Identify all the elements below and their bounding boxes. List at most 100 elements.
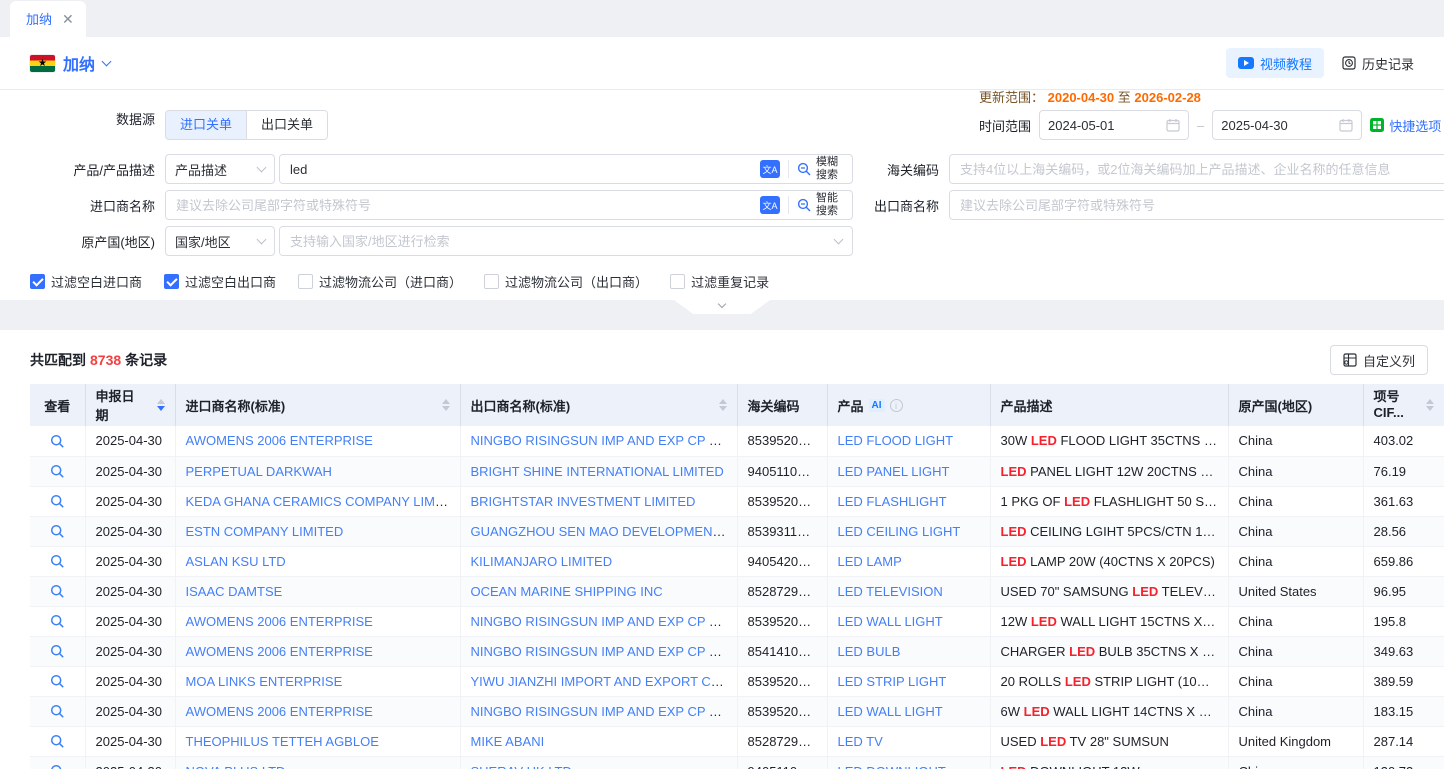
view-detail-button[interactable]: [50, 494, 65, 509]
view-detail-button[interactable]: [50, 644, 65, 659]
importer-link[interactable]: MOA LINKS ENTERPRISE: [186, 674, 343, 689]
cell-description: 12W LED WALL LIGHT 15CTNS X 40P...: [990, 606, 1228, 636]
tab-close-icon[interactable]: ✕: [62, 12, 74, 26]
product-link[interactable]: LED CEILING LIGHT: [838, 524, 961, 539]
checkbox-unchecked-icon[interactable]: [670, 274, 685, 289]
view-detail-button[interactable]: [50, 674, 65, 689]
product-link[interactable]: LED LAMP: [838, 554, 902, 569]
filter-checkbox-3[interactable]: 过滤物流公司（出口商）: [484, 272, 648, 291]
origin-country-input[interactable]: [280, 227, 835, 255]
country-selector[interactable]: ★ 加纳: [30, 51, 110, 75]
importer-link[interactable]: AWOMENS 2006 ENTERPRISE: [186, 614, 373, 629]
importer-link[interactable]: NOVA PLUS LTD: [186, 764, 286, 769]
tab-export-declarations[interactable]: 出口关单: [246, 111, 327, 139]
view-detail-button[interactable]: [50, 734, 65, 749]
history-button[interactable]: 历史记录: [1342, 54, 1414, 73]
product-link[interactable]: LED WALL LIGHT: [838, 704, 943, 719]
exporter-link[interactable]: NINGBO RISINGSUN IMP AND EXP CP LTD: [471, 614, 733, 629]
view-detail-button[interactable]: [50, 704, 65, 719]
view-detail-button[interactable]: [50, 764, 65, 769]
col-exporter[interactable]: 出口商名称(标准): [460, 384, 737, 426]
fuzzy-search-button[interactable]: 模糊搜索: [789, 156, 852, 181]
col-importer[interactable]: 进口商名称(标准): [175, 384, 460, 426]
importer-link[interactable]: ESTN COMPANY LIMITED: [186, 524, 344, 539]
product-link[interactable]: LED WALL LIGHT: [838, 614, 943, 629]
quick-options-button[interactable]: 快捷选项: [1370, 116, 1441, 135]
cell-description: LED CEILING LGIHT 5PCS/CTN 100W: [990, 516, 1228, 546]
info-icon[interactable]: i: [890, 399, 903, 412]
cell-description: 20 ROLLS LED STRIP LIGHT (10WATT...: [990, 666, 1228, 696]
view-detail-button[interactable]: [50, 584, 65, 599]
cell-value: 96.95: [1363, 576, 1444, 606]
exporter-link[interactable]: BRIGHT SHINE INTERNATIONAL LIMITED: [471, 464, 724, 479]
product-link[interactable]: LED FLASHLIGHT: [838, 494, 947, 509]
table-row: 2025-04-30 KEDA GHANA CERAMICS COMPANY L…: [30, 486, 1444, 516]
view-detail-button[interactable]: [50, 524, 65, 539]
product-link[interactable]: LED PANEL LIGHT: [838, 464, 950, 479]
product-link[interactable]: LED TV: [838, 734, 883, 749]
product-link[interactable]: LED TELEVISION: [838, 584, 943, 599]
exporter-link[interactable]: SHERAV HK LTD: [471, 764, 572, 769]
exporter-link[interactable]: NINGBO RISINGSUN IMP AND EXP CP LTD: [471, 433, 733, 448]
exporter-link[interactable]: NINGBO RISINGSUN IMP AND EXP CP LTD: [471, 644, 733, 659]
product-link[interactable]: LED FLOOD LIGHT: [838, 433, 954, 448]
chevron-down-icon: [102, 56, 112, 66]
product-type-select[interactable]: 产品描述: [165, 154, 275, 184]
table-row: 2025-04-30 AWOMENS 2006 ENTERPRISE NINGB…: [30, 606, 1444, 636]
view-detail-button[interactable]: [50, 554, 65, 569]
exporter-link[interactable]: BRIGHTSTAR INVESTMENT LIMITED: [471, 494, 696, 509]
exporter-name-input[interactable]: [950, 191, 1444, 219]
sort-importer[interactable]: [436, 399, 450, 411]
sort-value[interactable]: [1420, 399, 1434, 411]
fuzzy-search-label: 模糊搜索: [816, 156, 842, 181]
importer-link[interactable]: AWOMENS 2006 ENTERPRISE: [186, 704, 373, 719]
filter-checkbox-1[interactable]: 过滤空白出口商: [164, 272, 276, 291]
origin-type-select[interactable]: 国家/地区: [165, 226, 275, 256]
view-detail-button[interactable]: [50, 464, 65, 479]
filter-checkbox-2[interactable]: 过滤物流公司（进口商）: [298, 272, 462, 291]
product-keyword-input[interactable]: [280, 155, 760, 183]
translate-icon[interactable]: 文A: [760, 160, 780, 178]
exporter-link[interactable]: NINGBO RISINGSUN IMP AND EXP CP LTD: [471, 704, 733, 719]
hs-code-input[interactable]: [950, 155, 1444, 183]
col-declaration-date[interactable]: 申报日期: [85, 384, 175, 426]
checkbox-checked-icon[interactable]: [164, 274, 179, 289]
exporter-link[interactable]: MIKE ABANI: [471, 734, 545, 749]
sort-exporter[interactable]: [713, 399, 727, 411]
filter-checkbox-4[interactable]: 过滤重复记录: [670, 272, 769, 291]
importer-link[interactable]: THEOPHILUS TETTEH AGBLOE: [186, 734, 379, 749]
importer-link[interactable]: KEDA GHANA CERAMICS COMPANY LIMITED: [186, 494, 461, 509]
translate-icon[interactable]: 文A: [760, 196, 780, 214]
product-link[interactable]: LED BULB: [838, 644, 901, 659]
col-value[interactable]: 项号CIF...: [1363, 384, 1444, 426]
start-date-input[interactable]: 2024-05-01: [1039, 110, 1189, 140]
collapse-filters-button[interactable]: [674, 300, 770, 314]
tab-import-declarations[interactable]: 进口关单: [166, 111, 246, 139]
product-link[interactable]: LED DOWNLIGHT: [838, 764, 946, 769]
checkbox-unchecked-icon[interactable]: [298, 274, 313, 289]
checkbox-checked-icon[interactable]: [30, 274, 45, 289]
end-date-input[interactable]: 2025-04-30: [1212, 110, 1362, 140]
smart-search-button[interactable]: 智能搜索: [789, 192, 852, 217]
importer-link[interactable]: AWOMENS 2006 ENTERPRISE: [186, 433, 373, 448]
importer-link[interactable]: ISAAC DAMTSE: [186, 584, 283, 599]
video-tutorial-button[interactable]: 视频教程: [1226, 48, 1324, 78]
col-label: CIF...: [1374, 405, 1404, 421]
exporter-link[interactable]: KILIMANJARO LIMITED: [471, 554, 613, 569]
tab-ghana[interactable]: 加纳 ✕: [10, 1, 86, 37]
view-detail-button[interactable]: [50, 434, 65, 449]
cell-description: LED LAMP 20W (40CTNS X 20PCS): [990, 546, 1228, 576]
sort-date[interactable]: [151, 399, 165, 411]
customize-columns-button[interactable]: 自定义列: [1330, 345, 1428, 375]
view-detail-button[interactable]: [50, 614, 65, 629]
filter-checkbox-0[interactable]: 过滤空白进口商: [30, 272, 142, 291]
importer-link[interactable]: ASLAN KSU LTD: [186, 554, 286, 569]
importer-name-input[interactable]: [166, 191, 760, 219]
exporter-link[interactable]: OCEAN MARINE SHIPPING INC: [471, 584, 663, 599]
product-link[interactable]: LED STRIP LIGHT: [838, 674, 947, 689]
checkbox-unchecked-icon[interactable]: [484, 274, 499, 289]
importer-link[interactable]: AWOMENS 2006 ENTERPRISE: [186, 644, 373, 659]
exporter-link[interactable]: GUANGZHOU SEN MAO DEVELOPMENT C...: [471, 524, 738, 539]
importer-link[interactable]: PERPETUAL DARKWAH: [186, 464, 332, 479]
exporter-link[interactable]: YIWU JIANZHI IMPORT AND EXPORT CO LTD: [471, 674, 738, 689]
